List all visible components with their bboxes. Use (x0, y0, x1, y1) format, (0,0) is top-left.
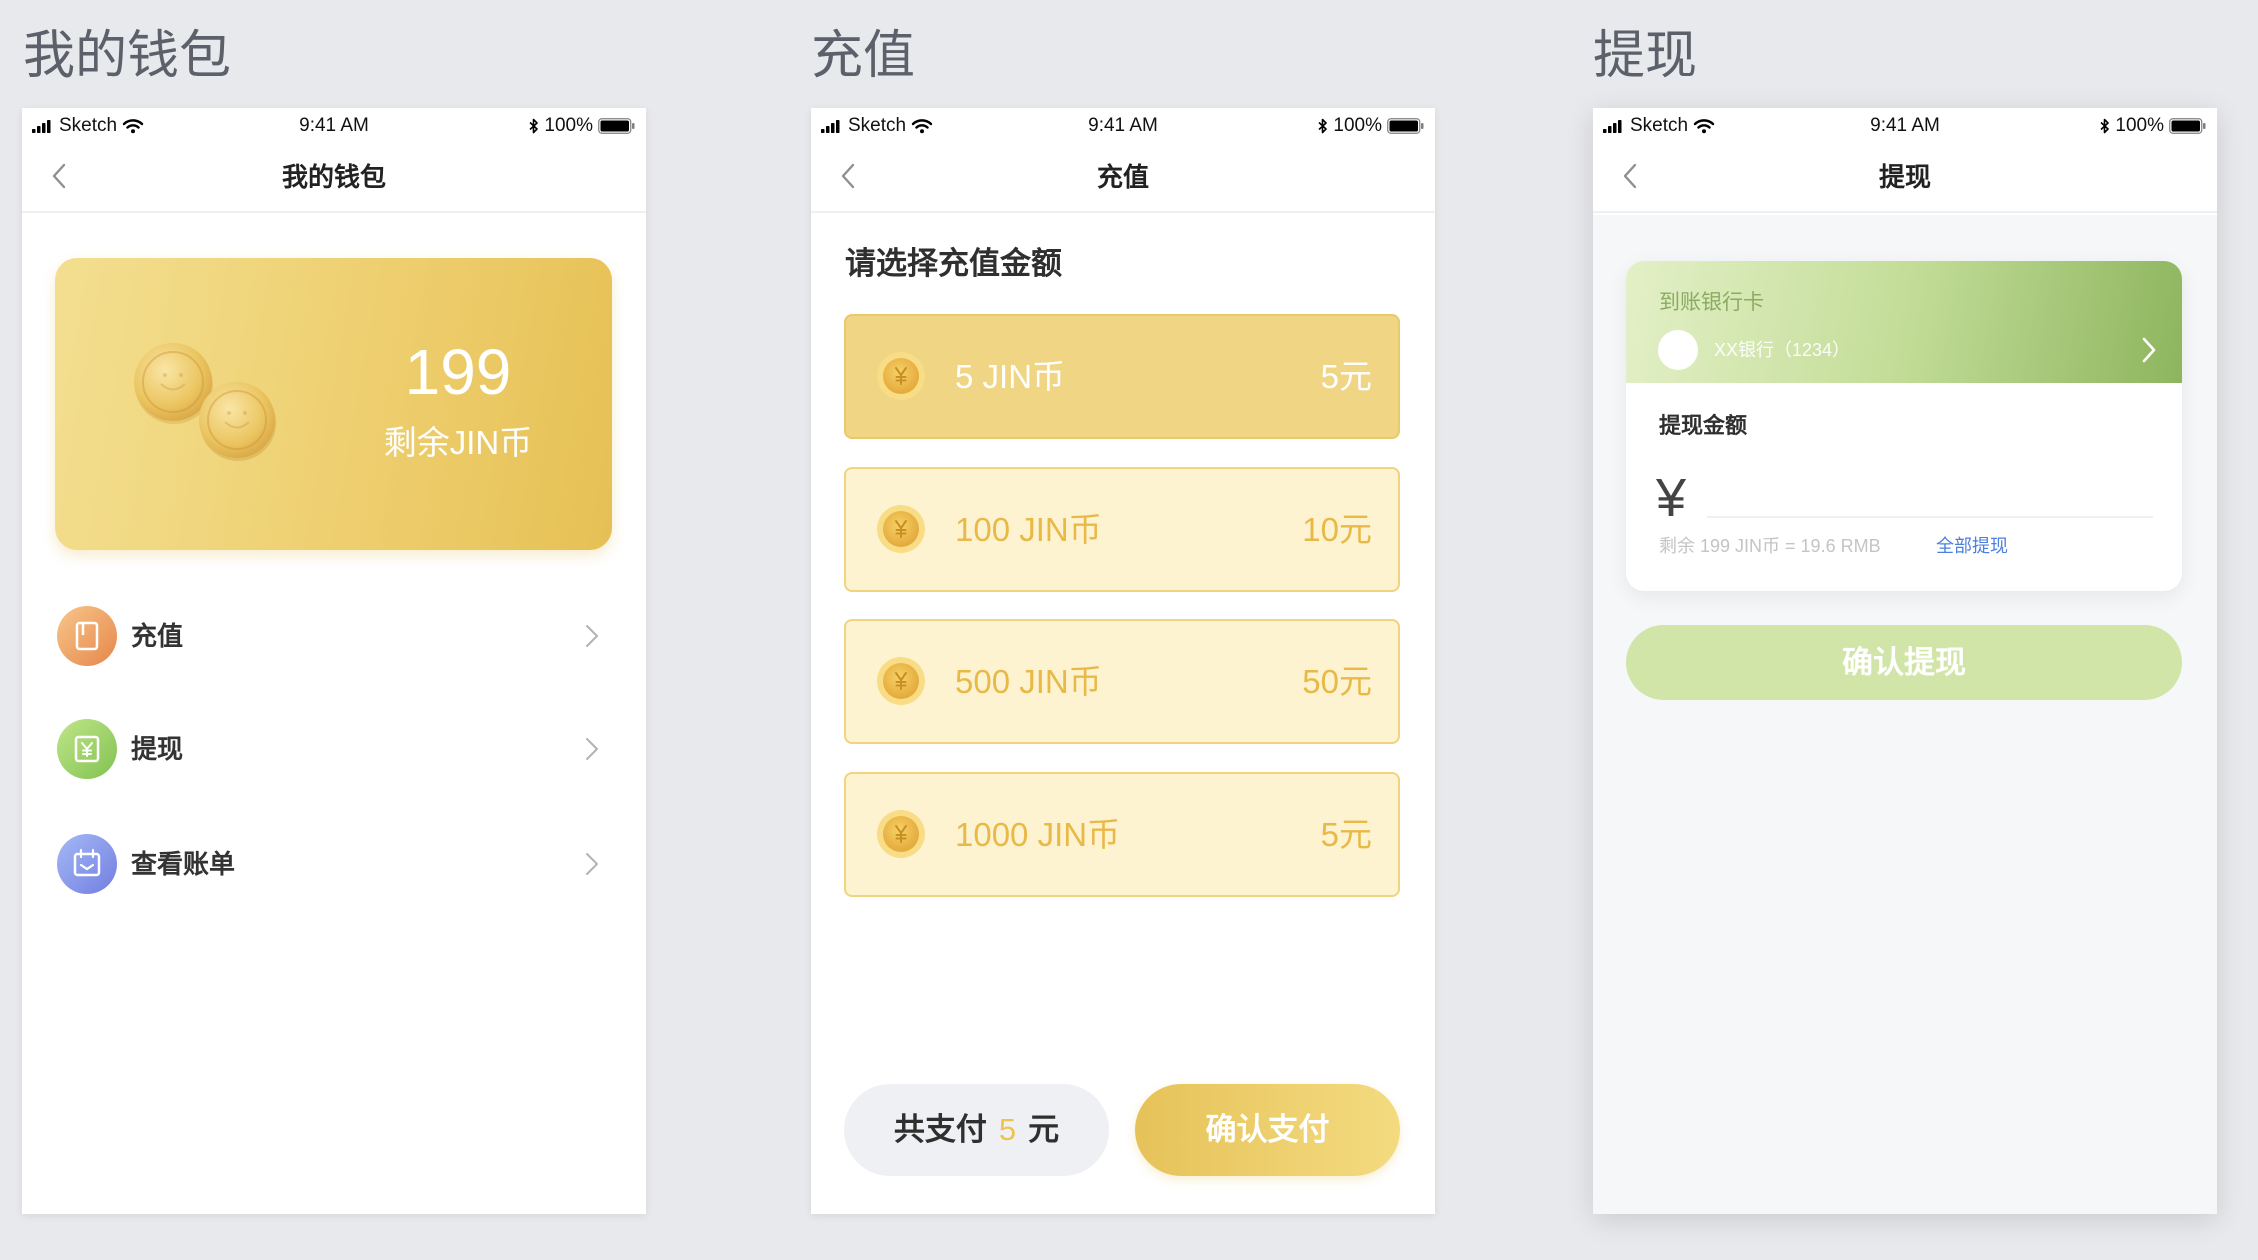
coin-icon (876, 504, 926, 554)
option-price: 50元 (1302, 663, 1372, 700)
status-left: Sketch (32, 108, 144, 144)
chevron-left-icon (1622, 162, 1638, 195)
wallet-screen: Sketch 9:41 AM 100% 我的钱包 199 剩余JIN币 充值 提… (22, 108, 646, 1214)
page-title: 提现 (1878, 162, 1931, 192)
battery-percent: 100% (1333, 115, 1382, 136)
signal-icon (821, 119, 843, 133)
bluetooth-icon (2100, 118, 2110, 134)
bank-logo (1658, 330, 1698, 370)
signal-icon (32, 119, 54, 133)
status-time: 9:41 AM (1088, 115, 1158, 136)
chevron-left-icon (51, 162, 67, 195)
menu-item-label: 提现 (131, 734, 184, 764)
balance-card: 199 剩余JIN币 (55, 258, 612, 550)
confirm-pay-button[interactable]: 确认支付 (1135, 1084, 1400, 1176)
option-label: 1000 JIN币 (955, 816, 1121, 853)
battery-percent: 100% (2115, 115, 2164, 136)
section-title-withdraw: 提现 (1593, 27, 1698, 85)
status-bar: Sketch 9:41 AM 100% (1593, 108, 2217, 144)
page-title: 充值 (1096, 162, 1149, 192)
battery-icon (1387, 118, 1425, 134)
recharge-option[interactable]: 1000 JIN币 5元 (844, 772, 1400, 897)
option-price: 5元 (1320, 816, 1372, 853)
back-button[interactable] (44, 162, 74, 194)
menu-item-recharge[interactable]: 充值 (22, 591, 646, 681)
total-prefix: 共支付 (893, 1112, 987, 1147)
option-label: 100 JIN币 (955, 511, 1102, 548)
amount-input[interactable] (1707, 473, 2153, 513)
total-payment: 共支付 5 元 (844, 1084, 1109, 1176)
battery-icon (598, 118, 636, 134)
option-label: 5 JIN币 (955, 358, 1066, 395)
status-right: 100% (529, 108, 636, 144)
bank-name: XX银行（1234） (1714, 340, 1851, 360)
chevron-right-icon (585, 852, 599, 876)
wifi-icon (122, 118, 144, 134)
status-right: 100% (1318, 108, 1425, 144)
total-amount: 5 (998, 1112, 1017, 1147)
section-title-wallet: 我的钱包 (23, 27, 232, 85)
coin-icon (195, 378, 279, 462)
amount-label: 提现金额 (1659, 413, 1748, 438)
battery-percent: 100% (544, 115, 593, 136)
page-title: 我的钱包 (281, 162, 386, 192)
nav-bar: 充值 (811, 144, 1435, 213)
coin-icon (876, 809, 926, 859)
input-underline (1707, 516, 2153, 518)
wifi-icon (911, 118, 933, 134)
withdraw-card: 到账银行卡 XX银行（1234） 提现金额 ¥ 剩余 199 JIN币 = 19… (1626, 261, 2182, 591)
back-button[interactable] (833, 162, 863, 194)
menu-item-label: 充值 (131, 621, 184, 651)
chevron-right-icon (2141, 335, 2157, 365)
bill-icon (57, 834, 117, 894)
menu-item-withdraw[interactable]: 提现 (22, 704, 646, 794)
balance-amount: 199 (404, 336, 512, 408)
chevron-right-icon (585, 624, 599, 648)
recharge-screen: Sketch 9:41 AM 100% 充值 请选择充值金额 5 JIN币 5元 (811, 108, 1435, 1214)
status-left: Sketch (1603, 108, 1715, 144)
section-title-recharge: 充值 (811, 27, 916, 85)
recharge-icon (57, 606, 117, 666)
carrier-label: Sketch (59, 115, 118, 136)
option-price: 5元 (1320, 358, 1372, 395)
coin-icon (876, 656, 926, 706)
status-time: 9:41 AM (1870, 115, 1940, 136)
carrier-label: Sketch (848, 115, 907, 136)
status-bar: Sketch 9:41 AM 100% (22, 108, 646, 144)
carrier-label: Sketch (1630, 115, 1689, 136)
withdraw-screen: Sketch 9:41 AM 100% 提现 到账银行卡 XX银行（1234） (1593, 108, 2217, 1214)
coin-icon (876, 351, 926, 401)
currency-symbol: ¥ (1656, 468, 1687, 528)
status-right: 100% (2100, 108, 2207, 144)
withdraw-all-link[interactable]: 全部提现 (1936, 535, 2008, 557)
signal-icon (1603, 119, 1625, 133)
bank-card-selector[interactable]: 到账银行卡 XX银行（1234） (1626, 261, 2182, 383)
chevron-left-icon (840, 162, 856, 195)
bank-card-label: 到账银行卡 (1659, 291, 1764, 314)
recharge-prompt: 请选择充值金额 (845, 246, 1062, 281)
back-button[interactable] (1615, 162, 1645, 194)
nav-bar: 我的钱包 (22, 144, 646, 213)
option-price: 10元 (1302, 511, 1372, 548)
recharge-option[interactable]: 100 JIN币 10元 (844, 467, 1400, 592)
menu-item-label: 查看账单 (131, 849, 236, 879)
confirm-withdraw-button[interactable]: 确认提现 (1626, 625, 2182, 700)
menu-item-bill[interactable]: 查看账单 (22, 819, 646, 909)
status-bar: Sketch 9:41 AM 100% (811, 108, 1435, 144)
bluetooth-icon (1318, 118, 1328, 134)
withdraw-icon (57, 719, 117, 779)
balance-hint: 剩余 199 JIN币 = 19.6 RMB (1659, 536, 1881, 556)
recharge-option[interactable]: 500 JIN币 50元 (844, 619, 1400, 744)
total-suffix: 元 (1028, 1112, 1060, 1147)
chevron-right-icon (585, 737, 599, 761)
bluetooth-icon (529, 118, 539, 134)
option-label: 500 JIN币 (955, 663, 1102, 700)
balance-label: 剩余JIN币 (383, 424, 533, 461)
status-left: Sketch (821, 108, 933, 144)
battery-icon (2169, 118, 2207, 134)
nav-bar: 提现 (1593, 144, 2217, 213)
status-time: 9:41 AM (299, 115, 369, 136)
recharge-option[interactable]: 5 JIN币 5元 (844, 314, 1400, 439)
wifi-icon (1693, 118, 1715, 134)
